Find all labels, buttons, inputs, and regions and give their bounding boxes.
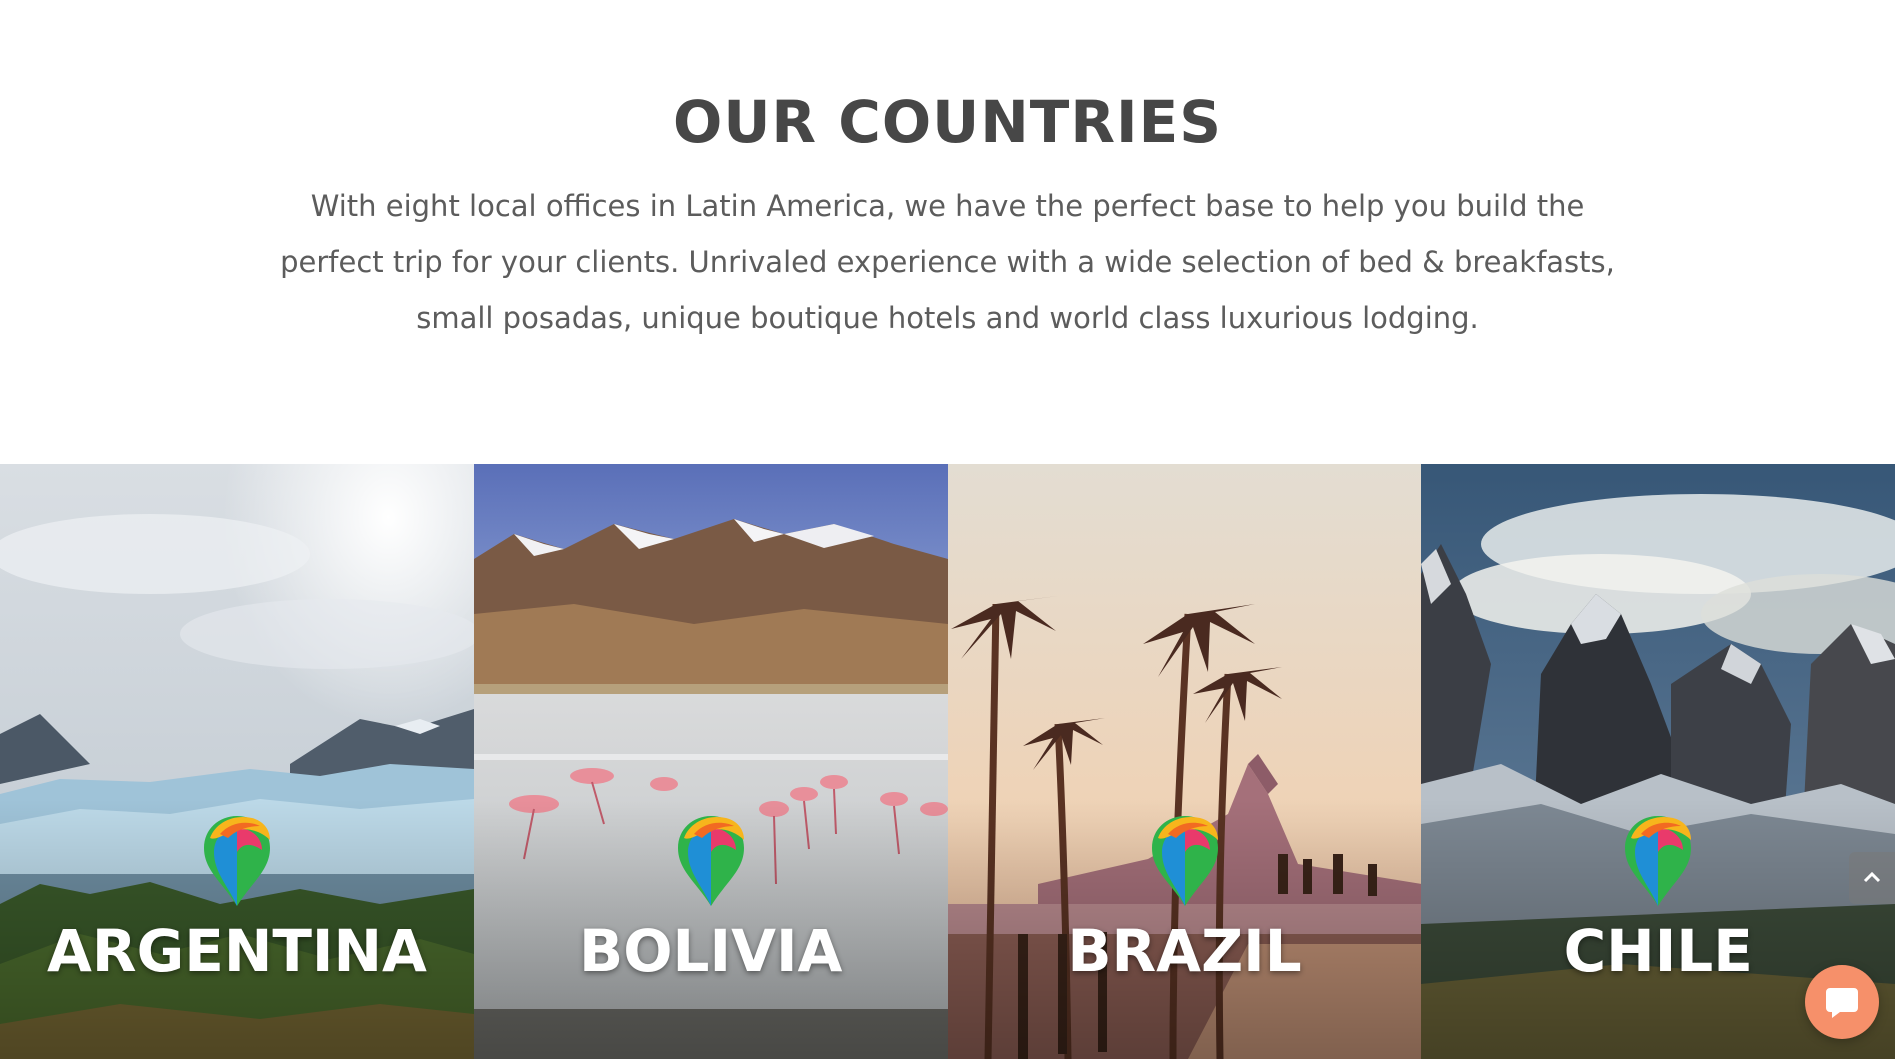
map-pin-logo-icon (204, 816, 270, 906)
countries-grid: ARGENTINA BOLIVIA BRAZIL CHILE (0, 464, 1895, 1059)
section-description: With eight local offices in Latin Americ… (280, 189, 1615, 335)
map-pin-logo-icon (1151, 816, 1218, 906)
chevron-up-icon (1863, 871, 1881, 883)
chat-button[interactable] (1805, 965, 1879, 1039)
scroll-to-top-button[interactable] (1849, 852, 1895, 904)
country-tile-bolivia[interactable]: BOLIVIA (473, 464, 948, 1059)
country-tile-brazil[interactable]: BRAZIL (947, 464, 1422, 1059)
country-label-brazil: BRAZIL (1067, 917, 1302, 985)
map-pin-logo-icon (677, 816, 744, 906)
chat-bubble-icon (1826, 988, 1858, 1018)
country-label-argentina: ARGENTINA (47, 917, 427, 985)
map-pin-logo-icon (1625, 816, 1692, 906)
countries-intro: OUR COUNTRIES With eight local offices i… (0, 0, 1895, 464)
country-label-bolivia: BOLIVIA (579, 917, 843, 985)
country-tile-argentina[interactable]: ARGENTINA (0, 464, 474, 1059)
section-title: OUR COUNTRIES (673, 88, 1222, 156)
